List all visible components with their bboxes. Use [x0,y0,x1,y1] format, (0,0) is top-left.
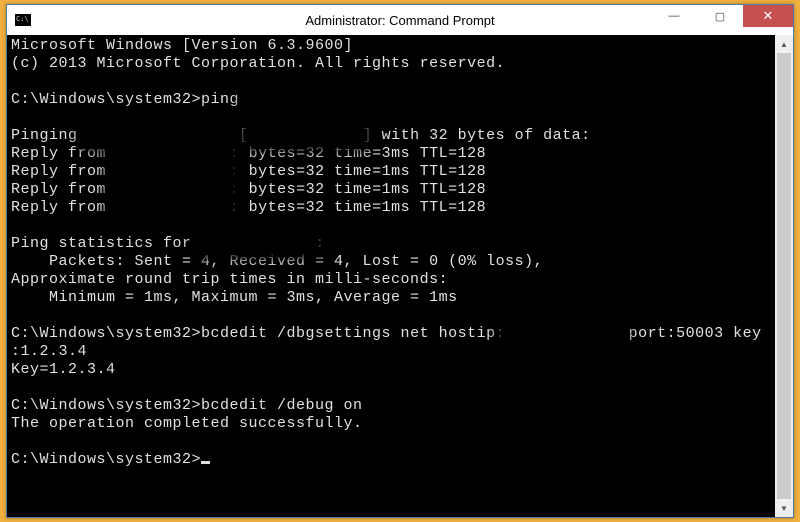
terminal-line: The operation completed successfully. [11,415,771,433]
terminal-line: :1.2.3.4 [11,343,771,361]
titlebar[interactable]: Administrator: Command Prompt — ▢ ✕ [7,5,793,35]
scroll-track[interactable] [775,53,793,499]
terminal-line: Pinging xxxxxxxx xxx xx [xxx xx xx xx] w… [11,127,771,145]
minimize-button[interactable]: — [651,5,697,27]
scroll-thumb[interactable] [777,53,791,499]
terminal-line [11,217,771,235]
terminal-line [11,379,771,397]
terminal-line: C:\Windows\system32>bcdedit /debug on [11,397,771,415]
terminal-line: Minimum = 1ms, Maximum = 3ms, Average = … [11,289,771,307]
terminal-line: Ping statistics for xxx xx xx xx: [11,235,771,253]
scroll-down-button[interactable]: ▼ [775,499,793,517]
scroll-up-button[interactable]: ▲ [775,35,793,53]
terminal-line: (c) 2013 Microsoft Corporation. All righ… [11,55,771,73]
terminal-line: Approximate round trip times in milli-se… [11,271,771,289]
text-cursor [201,461,210,464]
terminal-line: Packets: Sent = 4, Received = 4, Lost = … [11,253,771,271]
cmd-icon [15,14,31,26]
command-prompt-window: Administrator: Command Prompt — ▢ ✕ Micr… [6,4,794,518]
terminal-line: Microsoft Windows [Version 6.3.9600] [11,37,771,55]
terminal-output[interactable]: Microsoft Windows [Version 6.3.9600](c) … [7,35,775,517]
terminal-line [11,73,771,91]
terminal-line [11,433,771,451]
terminal-line: Reply from xxx xx xx xx: bytes=32 time=3… [11,145,771,163]
terminal-line: Reply from xxx xx xx xx: bytes=32 time=1… [11,181,771,199]
window-title: Administrator: Command Prompt [305,13,494,28]
terminal-line [11,307,771,325]
client-area: Microsoft Windows [Version 6.3.9600](c) … [7,35,793,517]
terminal-line: C:\Windows\system32>bcdedit /dbgsettings… [11,325,771,343]
terminal-line: C:\Windows\system32> [11,451,771,469]
terminal-line: C:\Windows\system32>ping xxxxxxxx xx [11,91,771,109]
vertical-scrollbar[interactable]: ▲ ▼ [775,35,793,517]
terminal-line: Reply from xxx xx xx xx: bytes=32 time=1… [11,199,771,217]
terminal-line [11,109,771,127]
maximize-button[interactable]: ▢ [697,5,743,27]
window-controls: — ▢ ✕ [651,5,793,27]
terminal-line: Reply from xxx xx xx xx: bytes=32 time=1… [11,163,771,181]
terminal-line: Key=1.2.3.4 [11,361,771,379]
close-button[interactable]: ✕ [743,5,793,27]
